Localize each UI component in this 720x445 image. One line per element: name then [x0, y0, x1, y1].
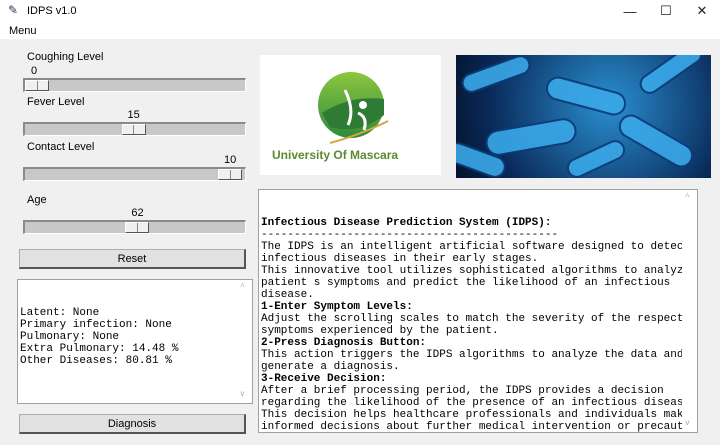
result-line: Pulmonary: None [20, 331, 120, 343]
info-textbox[interactable]: Infectious Disease Prediction System (ID… [258, 189, 698, 433]
window-title: IDPS v1.0 [27, 5, 77, 17]
slider-thumb[interactable] [125, 222, 150, 233]
info-line: 2-Press Diagnosis Button: [261, 337, 427, 349]
result-line: Other Diseases: 80.81 % [20, 355, 172, 367]
slider-thumb[interactable] [218, 169, 242, 180]
info-line: The IDPS is an intelligent artificial so… [261, 241, 691, 253]
slider-thumb[interactable] [121, 124, 146, 135]
info-line: This action triggers the IDPS algorithms… [261, 349, 684, 361]
slider-track[interactable] [23, 78, 246, 92]
feather-icon: ✎ [8, 3, 19, 17]
results-textbox[interactable]: Latent: None Primary infection: None Pulmo… [17, 279, 253, 404]
slider-value: 10 [224, 154, 237, 166]
info-line: 1-Enter Symptom Levels: [261, 301, 413, 313]
slider-track[interactable] [23, 122, 246, 136]
close-button[interactable]: ✕ [684, 0, 720, 22]
slider-track[interactable] [23, 167, 246, 181]
results-scrollbar[interactable]: ^ v [237, 280, 252, 403]
title-bar: ✎ IDPS v1.0 — ☐ ✕ [0, 0, 720, 22]
minimize-button[interactable]: — [612, 0, 648, 22]
info-line: 3-Receive Decision: [261, 373, 387, 385]
info-scrollbar[interactable]: ^ v [682, 190, 697, 432]
slider-thumb[interactable] [25, 80, 49, 91]
logo-text: University Of Mascara [272, 148, 399, 162]
info-line: disease. [261, 289, 314, 301]
slider-label: Contact Level [27, 141, 95, 153]
menu-item[interactable]: Menu [9, 25, 37, 37]
slider-value: 0 [31, 65, 38, 77]
info-line: informed decisions about further medical… [261, 421, 698, 433]
info-line: After a brief processing period, the IDP… [261, 385, 664, 397]
info-line: regarding the likelihood of the presence… [261, 397, 697, 409]
diagnosis-button[interactable]: Diagnosis [19, 414, 246, 434]
maximize-button[interactable]: ☐ [648, 0, 684, 22]
slider-label: Age [27, 194, 47, 206]
result-line: Extra Pulmonary: 14.48 % [20, 343, 179, 355]
info-line: patient s symptoms and predict the likel… [261, 277, 671, 289]
bacteria-illustration-icon [456, 55, 703, 178]
info-line: generate a diagnosis. [261, 361, 400, 373]
slider-value: 15 [127, 109, 140, 121]
info-line: This innovative tool utilizes sophistica… [261, 265, 698, 277]
info-line: symptoms experienced by the patient. [261, 325, 499, 337]
result-line: Latent: None [20, 307, 100, 319]
reset-button[interactable]: Reset [19, 249, 246, 269]
info-line: Infectious Disease Prediction System (ID… [261, 217, 552, 229]
menu-bar [0, 22, 720, 39]
bacteria-image [456, 55, 711, 178]
slider-label: Coughing Level [27, 51, 104, 63]
info-line: Adjust the scrolling scales to match the… [261, 313, 698, 325]
result-line: Primary infection: None [20, 319, 172, 331]
info-line: This decision helps healthcare professio… [261, 409, 691, 421]
slider-label: Fever Level [27, 96, 85, 108]
info-line: ----------------------------------------… [261, 229, 559, 241]
slider-track[interactable] [23, 220, 246, 234]
slider-value: 62 [131, 207, 144, 219]
university-logo: University Of Mascara [260, 55, 441, 175]
info-line: infectious diseases in their early stage… [261, 253, 539, 265]
